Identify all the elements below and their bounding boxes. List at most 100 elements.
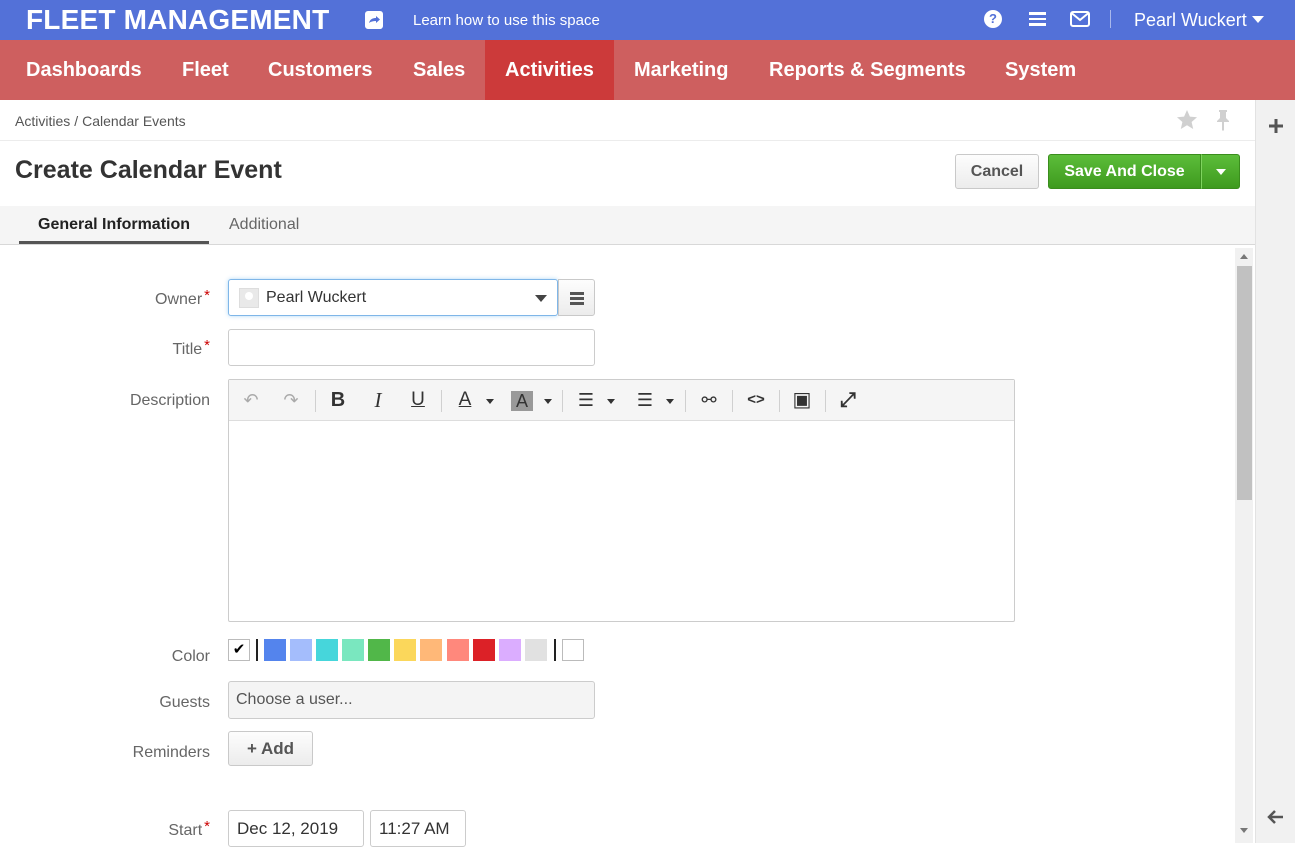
nav-item-reports-segments[interactable]: Reports & Segments <box>749 40 986 100</box>
divider <box>441 390 442 412</box>
nav-item-dashboards[interactable]: Dashboards <box>6 40 162 100</box>
chevron-down-icon[interactable] <box>544 399 552 404</box>
mail-icon[interactable] <box>1070 11 1090 27</box>
scroll-up-icon[interactable] <box>1240 254 1248 259</box>
owner-list-button[interactable] <box>558 279 595 316</box>
color-swatch[interactable] <box>316 639 338 661</box>
chevron-down-icon[interactable] <box>535 295 547 302</box>
breadcrumb-calendar-events[interactable]: Calendar Events <box>82 113 186 129</box>
divider <box>779 390 780 412</box>
nav-item-customers[interactable]: Customers <box>248 40 392 100</box>
color-swatch[interactable] <box>447 639 469 661</box>
tab-additional[interactable]: Additional <box>210 206 318 244</box>
link-icon[interactable]: ⚯ <box>697 388 721 412</box>
main-nav: Dashboards Fleet Customers Sales Activit… <box>0 40 1295 100</box>
breadcrumb-separator: / <box>74 113 79 129</box>
color-swatch-selected[interactable]: ✔ <box>228 639 250 661</box>
top-bar: FLEET MANAGEMENT Learn how to use this s… <box>0 0 1295 40</box>
divider <box>732 390 733 412</box>
learn-link[interactable]: Learn how to use this space <box>413 12 600 29</box>
chevron-down-icon[interactable] <box>1252 16 1264 23</box>
right-sidebar <box>1255 100 1295 843</box>
divider <box>554 639 556 661</box>
color-swatch[interactable] <box>394 639 416 661</box>
title-label: Title * <box>172 337 210 358</box>
background-color-icon[interactable]: A <box>511 391 533 411</box>
chevron-down-icon[interactable] <box>486 399 494 404</box>
redo-icon[interactable]: ↷ <box>280 388 302 412</box>
color-swatch[interactable] <box>264 639 286 661</box>
start-time-value: 11:27 AM <box>379 819 450 838</box>
color-label: Color <box>171 648 210 665</box>
fullscreen-icon[interactable]: ⤢ <box>836 388 860 412</box>
start-label: Start * <box>168 818 210 839</box>
chevron-down-icon[interactable] <box>607 399 615 404</box>
divider <box>562 390 563 412</box>
nav-item-marketing[interactable]: Marketing <box>614 40 748 100</box>
divider <box>256 639 258 661</box>
numbered-list-icon[interactable]: ☰ <box>633 388 657 412</box>
undo-icon[interactable]: ↶ <box>240 388 262 412</box>
custom-color-swatch[interactable] <box>562 639 584 661</box>
color-swatch[interactable] <box>473 639 495 661</box>
divider <box>315 390 316 412</box>
editor-toolbar: ↶ ↷ B I U A A ☰ ☰ ⚯ <> ▣ ⤢ <box>229 380 1014 421</box>
nav-item-system[interactable]: System <box>985 40 1096 100</box>
save-and-close-button[interactable]: Save And Close <box>1048 154 1201 189</box>
start-time-input[interactable]: 11:27 AM <box>370 810 466 847</box>
arrow-left-icon[interactable] <box>1267 808 1285 826</box>
image-icon[interactable]: ▣ <box>790 388 814 412</box>
title-input[interactable] <box>228 329 595 366</box>
divider <box>0 140 1255 141</box>
tab-general-information[interactable]: General Information <box>19 206 210 244</box>
form-tabs: General Information Additional <box>0 206 1255 245</box>
cancel-button[interactable]: Cancel <box>955 154 1039 189</box>
scroll-thumb[interactable] <box>1237 266 1252 500</box>
color-swatch[interactable] <box>342 639 364 661</box>
guests-placeholder: Choose a user... <box>236 691 353 708</box>
share-icon[interactable] <box>365 11 383 29</box>
reminders-label: Reminders <box>132 744 210 761</box>
color-swatch[interactable] <box>499 639 521 661</box>
breadcrumb: Activities / Calendar Events <box>15 113 186 129</box>
bullet-list-icon[interactable]: ☰ <box>574 388 598 412</box>
add-reminder-button[interactable]: + Add <box>228 731 313 766</box>
description-label: Description <box>129 392 210 409</box>
guests-label: Guests <box>159 694 210 711</box>
avatar <box>239 288 259 308</box>
plus-icon[interactable] <box>1268 118 1284 134</box>
start-date-value: Dec 12, 2019 <box>237 819 339 838</box>
star-icon[interactable] <box>1175 108 1199 132</box>
menu-icon[interactable] <box>1029 12 1046 26</box>
nav-item-sales[interactable]: Sales <box>393 40 485 100</box>
page-title: Create Calendar Event <box>15 156 282 184</box>
user-menu[interactable]: Pearl Wuckert <box>1134 10 1247 31</box>
app-brand[interactable]: FLEET MANAGEMENT <box>26 4 329 36</box>
scrollbar[interactable] <box>1235 248 1253 843</box>
owner-select[interactable]: Pearl Wuckert <box>228 279 558 316</box>
color-swatch[interactable] <box>525 639 547 661</box>
chevron-down-icon[interactable] <box>666 399 674 404</box>
italic-icon[interactable]: I <box>367 388 389 412</box>
save-options-dropdown-button[interactable] <box>1201 154 1240 189</box>
owner-label: Owner * <box>155 287 210 308</box>
color-swatch[interactable] <box>368 639 390 661</box>
owner-value: Pearl Wuckert <box>266 289 367 306</box>
scroll-down-icon[interactable] <box>1240 828 1248 833</box>
nav-item-fleet[interactable]: Fleet <box>162 40 249 100</box>
bold-icon[interactable]: B <box>327 388 349 412</box>
divider <box>825 390 826 412</box>
description-editor[interactable]: ↶ ↷ B I U A A ☰ ☰ ⚯ <> ▣ ⤢ <box>228 379 1015 622</box>
nav-item-activities[interactable]: Activities <box>485 40 614 100</box>
guests-input[interactable]: Choose a user... <box>228 681 595 719</box>
code-icon[interactable]: <> <box>743 388 769 412</box>
pin-icon[interactable] <box>1213 108 1233 132</box>
breadcrumb-activities[interactable]: Activities <box>15 113 70 129</box>
color-swatch[interactable] <box>290 639 312 661</box>
divider <box>1110 10 1111 28</box>
color-swatch[interactable] <box>420 639 442 661</box>
start-date-input[interactable]: Dec 12, 2019 <box>228 810 364 847</box>
text-color-icon[interactable]: A <box>454 388 476 412</box>
underline-icon[interactable]: U <box>407 388 429 412</box>
help-icon[interactable]: ? <box>984 10 1002 28</box>
